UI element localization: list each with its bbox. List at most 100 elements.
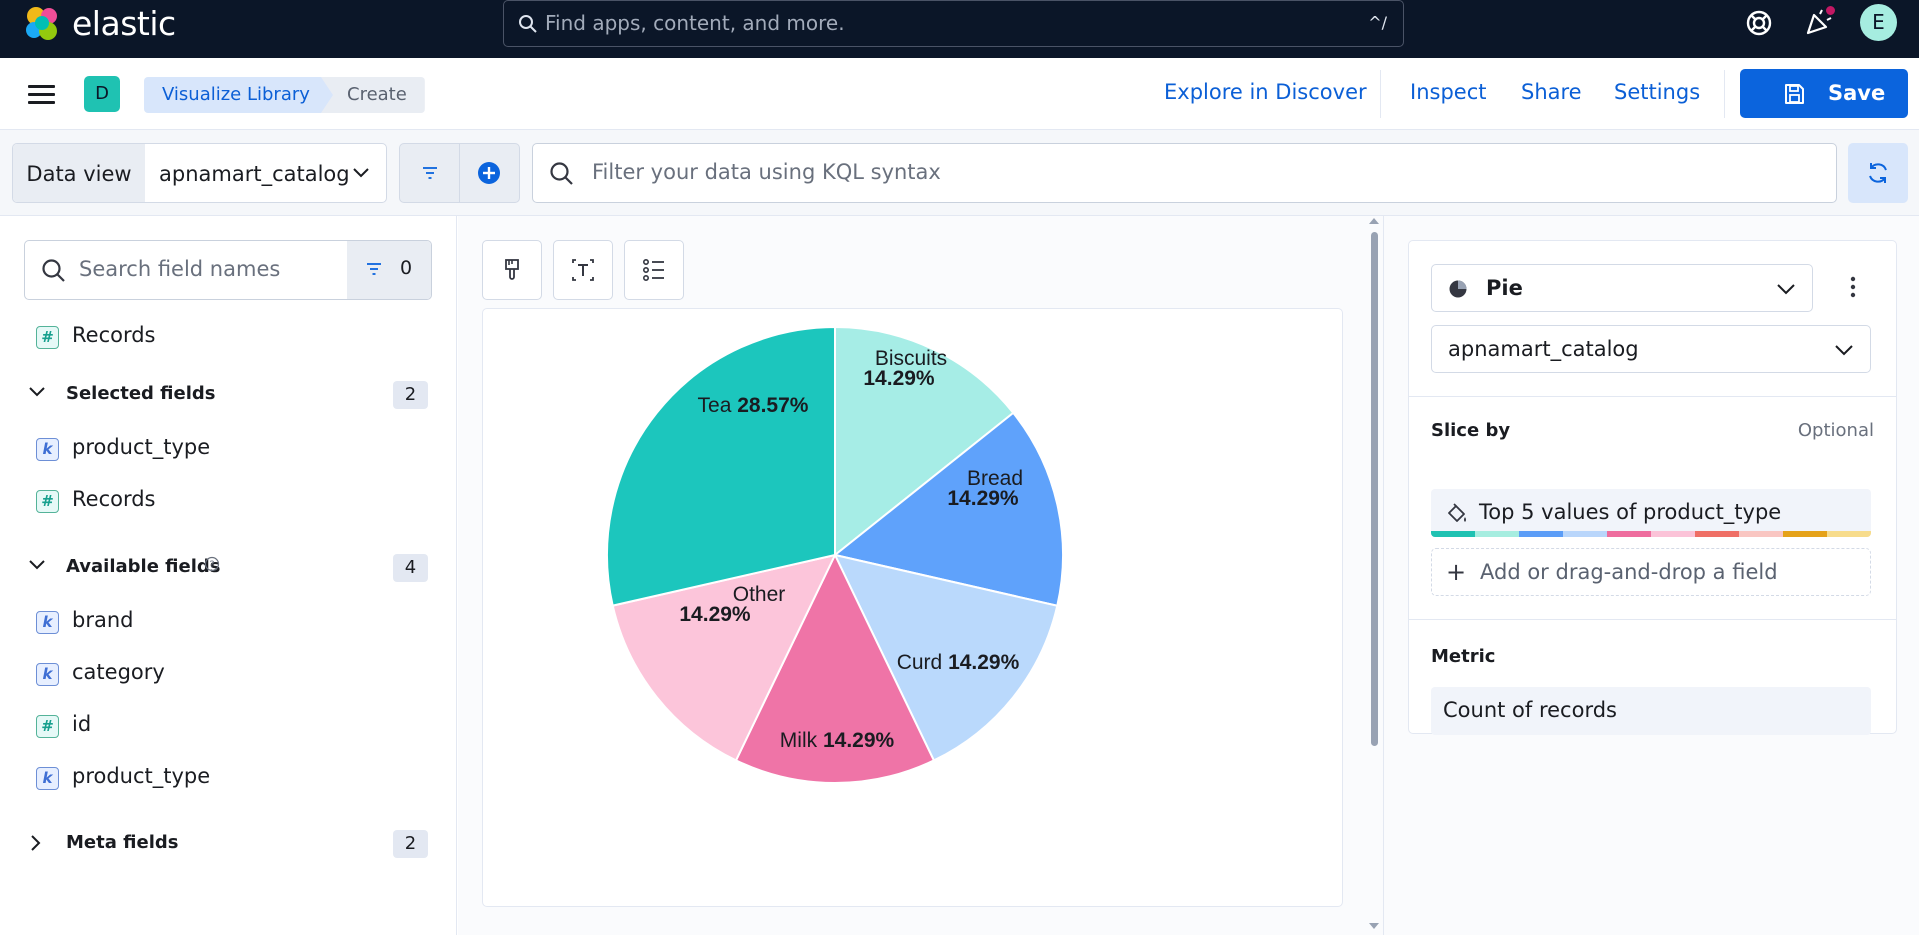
chevron-right-icon [31,835,41,851]
chevron-down-icon [29,560,45,570]
add-field-label: Add or drag-and-drop a field [1480,560,1778,584]
scrollbar-thumb[interactable] [1371,232,1378,746]
pie-chart-icon [1449,280,1467,298]
user-avatar[interactable]: E [1860,4,1897,41]
palette-swatch [1519,531,1563,537]
slice-label: Curd 14.29% [897,651,1020,674]
field-name: product_type [72,764,211,788]
add-filter-plus-icon[interactable] [477,161,501,185]
slice-percent-label: 14.29% [679,603,751,626]
legend-list-button[interactable] [624,240,684,300]
question-circle-icon[interactable]: ? [204,556,220,572]
palette-swatch [1607,531,1651,537]
slice-percent-label: 14.29% [863,367,935,390]
list-bullet-icon [642,258,664,281]
breadcrumb-visualize-library[interactable]: Visualize Library [144,77,338,113]
style-paintbrush-button[interactable] [482,240,542,300]
keyword-field-icon: k [36,611,59,634]
help-lifebuoy-icon[interactable] [1741,5,1777,41]
data-view-value: apnamart_catalog [159,162,350,186]
text-labels-button[interactable] [553,240,613,300]
available-fields-section[interactable]: Available fields ? 4 [28,554,428,582]
layer-data-view-select[interactable]: apnamart_catalog [1431,325,1871,373]
scroll-down-arrow[interactable] [1369,923,1379,929]
divider [1380,70,1381,118]
save-button-label: Save [1828,81,1886,105]
pie-chart-panel: Biscuits 14.29% Bread 14.29% Curd 14.29% Milk… [482,308,1343,907]
slice-by-title: Slice by [1431,420,1511,441]
refresh-button[interactable] [1848,143,1908,203]
metric-dimension-button[interactable]: Count of records [1431,687,1871,735]
layer-config-panel: Pie apnamart_catalog Slice by Optional T… [1383,216,1919,935]
paint-bucket-icon [1448,503,1466,522]
field-search-placeholder: Search field names [79,257,281,281]
save-disk-icon [1785,84,1804,104]
field-name: id [72,712,92,736]
palette-swatch [1563,531,1607,537]
kql-placeholder: Filter your data using KQL syntax [592,160,941,184]
svg-text:?: ? [209,560,214,571]
filter-icon[interactable] [421,165,439,181]
number-field-icon: # [36,490,59,513]
divider [1409,396,1896,397]
add-field-dropzone[interactable]: + Add or drag-and-drop a field [1431,548,1871,596]
pie-chart[interactable]: Biscuits14.29%Bread14.29%Curd 14.29%Milk… [483,309,1342,906]
global-search-input[interactable]: Find apps, content, and more. ^/ [503,0,1404,47]
palette-swatch [1475,531,1519,537]
slice-by-dimension-button[interactable]: Top 5 values of product_type [1431,489,1871,537]
count-badge: 2 [393,381,428,409]
chart-type-select[interactable]: Pie [1431,264,1813,312]
data-view-picker[interactable]: Data view apnamart_catalog [12,143,387,203]
more-options-icon[interactable] [1849,275,1857,299]
field-name: Records [72,323,156,347]
search-icon [519,15,537,33]
field-name: product_type [72,435,211,459]
field-type-filter-button[interactable]: 0 [347,241,431,299]
filter-icon [367,263,381,275]
color-palette-strip [1431,531,1871,537]
plus-icon: + [1446,558,1467,586]
chevron-down-icon [1835,345,1853,356]
filter-actions-group [399,143,520,203]
field-search-input[interactable]: Search field names 0 [24,240,432,300]
menu-hamburger-icon[interactable] [28,85,55,105]
palette-swatch [1739,531,1783,537]
search-icon [550,162,573,185]
app-bar: D Visualize Library Create Explore in Di… [0,58,1919,130]
chevron-down-icon [29,387,45,397]
slice-percent-label: 14.29% [947,487,1019,510]
logo-text: elastic [72,4,176,43]
space-avatar[interactable]: D [84,76,120,112]
count-badge: 2 [393,830,428,858]
palette-swatch [1783,531,1827,537]
palette-swatch [1651,531,1695,537]
elastic-logo-icon[interactable] [22,4,62,44]
meta-fields-section[interactable]: Meta fields 2 [28,830,428,858]
selected-fields-section[interactable]: Selected fields 2 [28,381,428,409]
layer-card: Pie apnamart_catalog Slice by Optional T… [1408,240,1897,735]
keyword-field-icon: k [36,438,59,461]
save-button[interactable]: Save [1740,69,1908,118]
breadcrumb-create: Create [321,77,425,113]
count-badge: 4 [393,554,428,582]
share-link[interactable]: Share [1521,80,1582,104]
scroll-up-arrow[interactable] [1369,218,1379,224]
number-field-icon: # [36,326,59,349]
section-title: Meta fields [66,832,179,853]
kql-query-input[interactable]: Filter your data using KQL syntax [532,143,1837,203]
section-title: Available fields [66,556,221,577]
settings-link[interactable]: Settings [1614,80,1700,104]
chart-type-label: Pie [1486,276,1523,300]
divider [1724,70,1725,118]
metric-value: Count of records [1443,698,1617,722]
explore-in-discover-link[interactable]: Explore in Discover [1164,80,1367,104]
field-name: category [72,660,165,684]
palette-swatch [1827,531,1871,537]
notification-dot [1824,4,1837,17]
inspect-link[interactable]: Inspect [1410,80,1486,104]
palette-swatch [1431,531,1475,537]
search-icon [42,259,65,282]
slice-label: Milk 14.29% [780,729,895,752]
filter-count: 0 [400,257,413,279]
field-list-panel: Search field names 0 # Records Selected … [0,216,457,935]
